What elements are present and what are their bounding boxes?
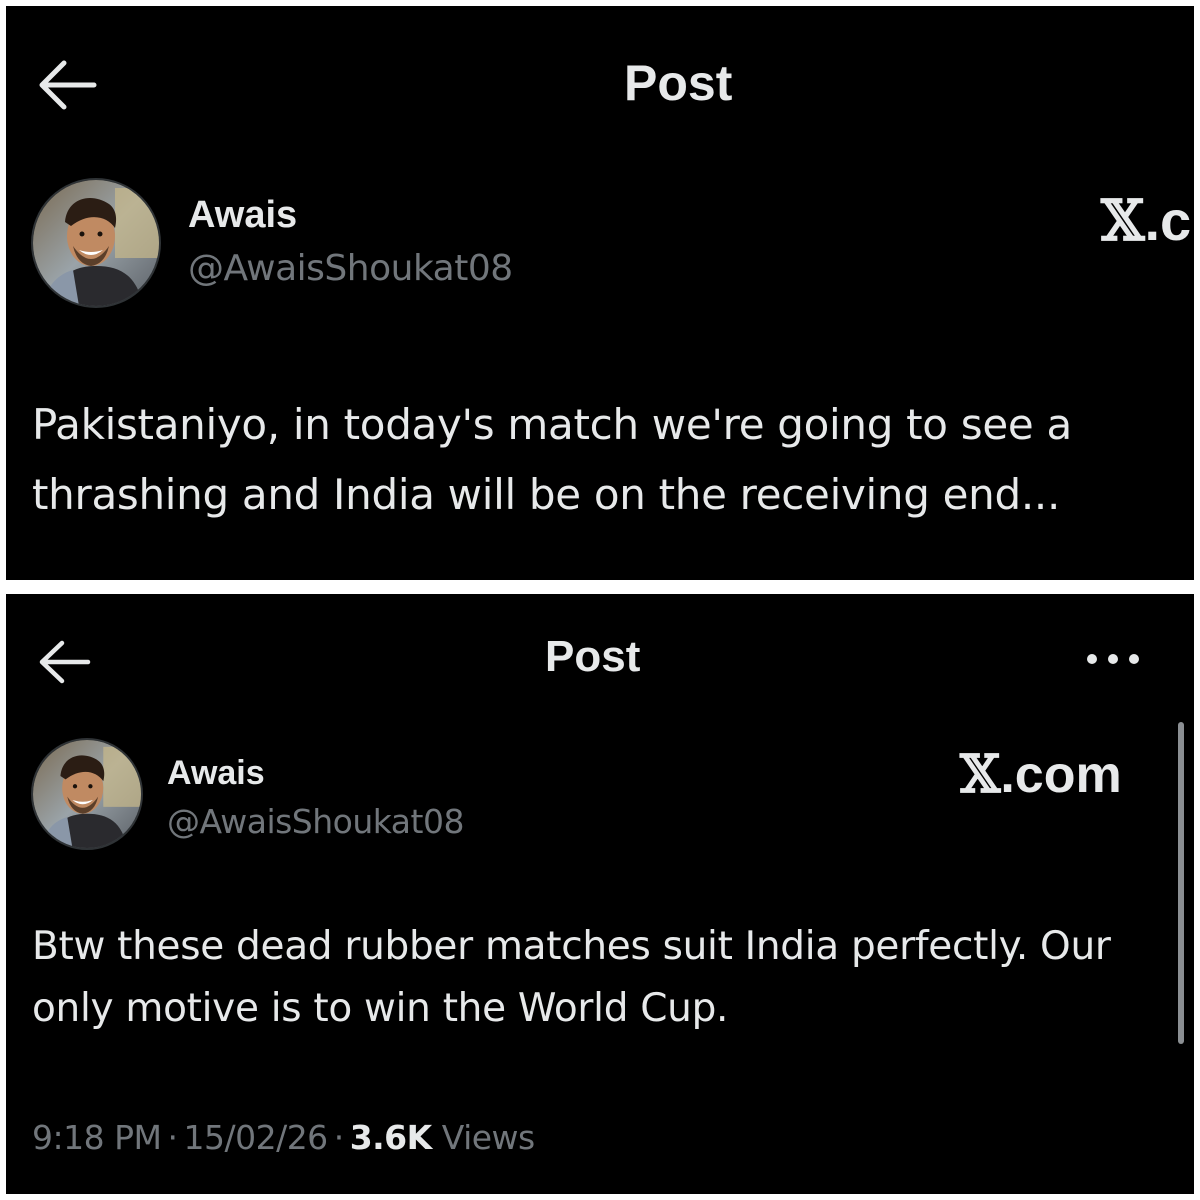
watermark-domain: .com bbox=[1000, 746, 1122, 804]
post-text: Pakistaniyo, in today's match we're goin… bbox=[32, 390, 1072, 530]
x-logo-icon: 𝕏 bbox=[1101, 188, 1145, 254]
page-title: Post bbox=[545, 632, 641, 681]
post-meta: 9:18 PM · 15/02/26 · 3.6K Views bbox=[32, 1118, 535, 1157]
page-title: Post bbox=[624, 55, 733, 111]
post-text-line: thrashing and India will be on the recei… bbox=[32, 470, 1060, 519]
arrow-left-icon[interactable] bbox=[36, 638, 92, 691]
separator: · bbox=[333, 1118, 345, 1157]
watermark-domain: .c bbox=[1144, 189, 1192, 252]
post-text-line: Btw these dead rubber matches suit India… bbox=[32, 924, 1111, 969]
views-count[interactable]: 3.6K bbox=[350, 1118, 433, 1157]
x-logo-icon: 𝕏 bbox=[960, 744, 1001, 805]
post-date[interactable]: 15/02/26 bbox=[183, 1118, 328, 1157]
author-display-name[interactable]: Awais bbox=[188, 194, 297, 237]
author-display-name[interactable]: Awais bbox=[167, 754, 265, 793]
avatar[interactable] bbox=[31, 738, 143, 850]
scrollbar[interactable] bbox=[1178, 722, 1184, 1044]
post-screenshot-bottom: Post Awais @AwaisShoukat08 𝕏.com Btw the… bbox=[6, 594, 1194, 1194]
author-handle[interactable]: @AwaisShoukat08 bbox=[188, 248, 513, 289]
separator: · bbox=[167, 1118, 178, 1157]
post-screenshot-top: Post Awais @AwaisShoukat08 𝕏.c Pakistani… bbox=[6, 6, 1194, 580]
arrow-left-icon[interactable] bbox=[36, 58, 98, 117]
post-text-line: only motive is to win the World Cup. bbox=[32, 986, 729, 1031]
post-text-line: Pakistaniyo, in today's match we're goin… bbox=[32, 400, 1072, 449]
avatar[interactable] bbox=[31, 178, 161, 308]
post-text: Btw these dead rubber matches suit India… bbox=[32, 916, 1111, 1040]
x-watermark: 𝕏.c bbox=[1101, 188, 1191, 254]
author-handle[interactable]: @AwaisShoukat08 bbox=[167, 802, 464, 841]
more-horizontal-icon[interactable] bbox=[1084, 652, 1144, 671]
views-label: Views bbox=[441, 1118, 536, 1157]
post-time[interactable]: 9:18 PM bbox=[32, 1118, 162, 1157]
x-watermark: 𝕏.com bbox=[960, 744, 1122, 805]
